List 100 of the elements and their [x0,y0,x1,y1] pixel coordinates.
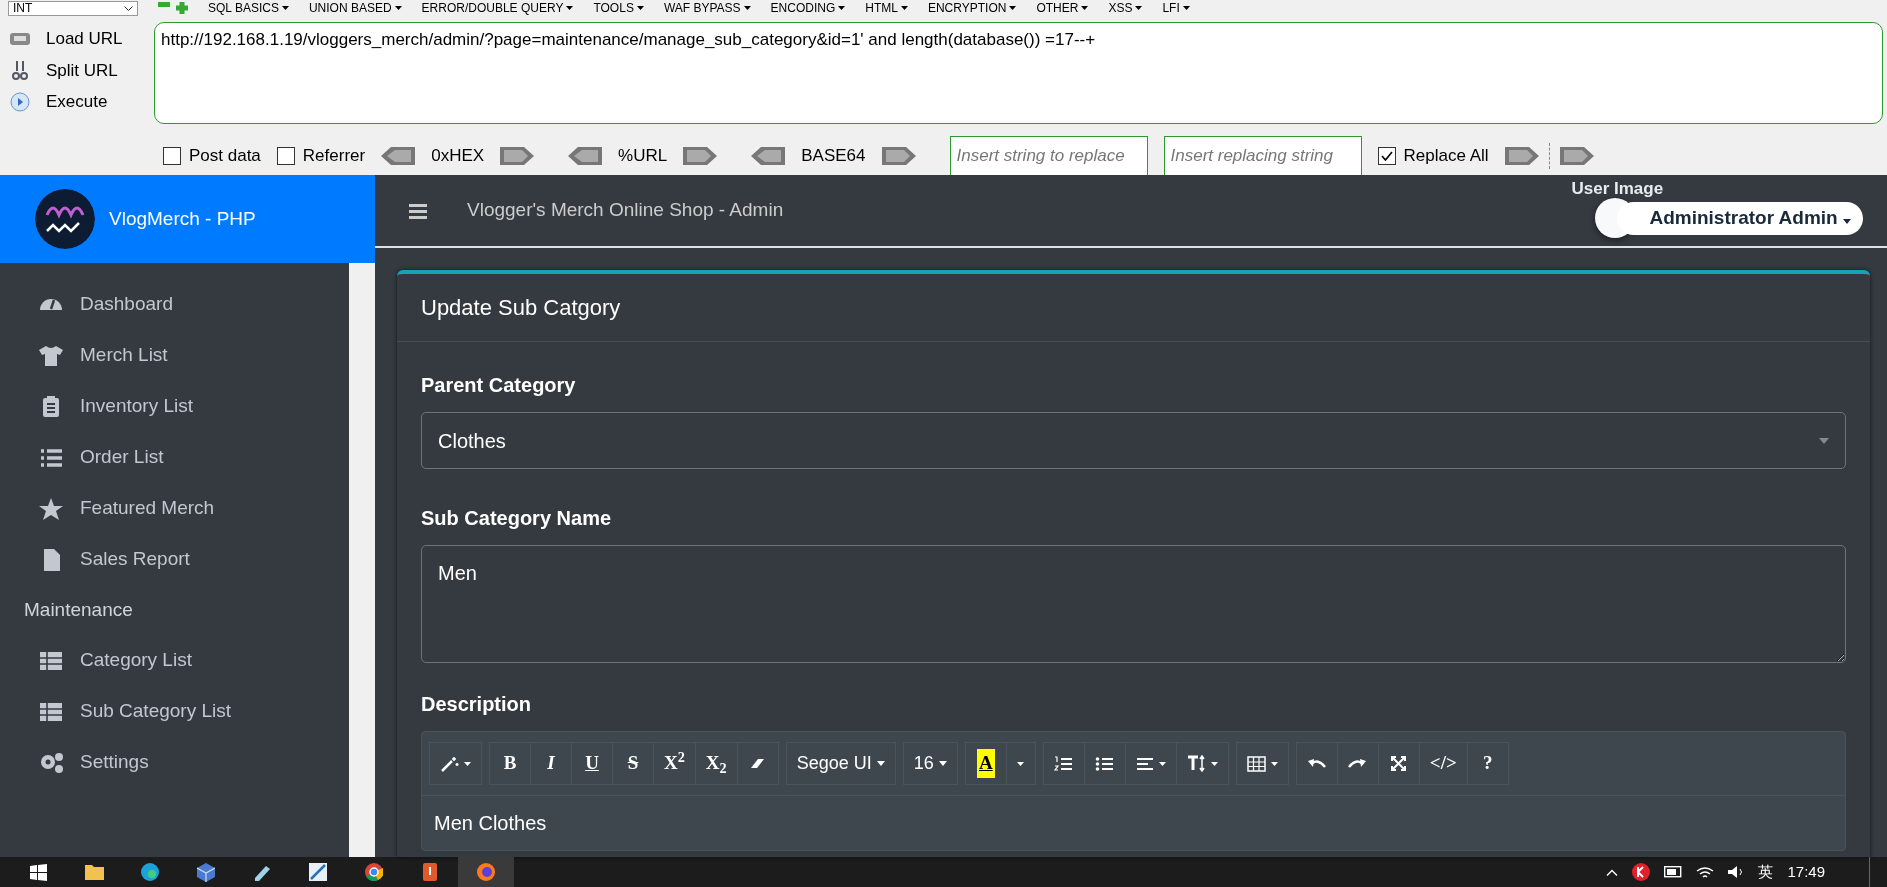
nav-link[interactable]: Sub Category List [80,697,232,726]
bullet-list-icon [1095,756,1115,771]
wifi-icon[interactable] [1696,866,1715,878]
decode-arrow-icon[interactable] [381,147,416,165]
undo-icon [1307,758,1327,769]
toolbar-button[interactable] [1295,742,1338,785]
toolbar-button[interactable]: 16 [902,742,958,785]
cube-icon [197,862,215,882]
brand-name[interactable]: VlogMerch - PHP [109,204,256,234]
nav-link[interactable]: Settings [80,748,149,777]
decode-arrow-icon[interactable] [568,147,603,165]
checkbox[interactable]: Post data [163,143,261,169]
toolbar-button[interactable]: X$^{2}$ [653,742,696,785]
menu-item[interactable]: OTHER [1036,1,1089,15]
checkbox[interactable]: Referrer [276,143,366,169]
toolbar-button[interactable] [429,742,482,785]
toolbar-button[interactable] [1336,742,1379,785]
caret-icon [636,6,644,10]
encode-arrow-icon[interactable] [500,147,535,165]
toolbar-button[interactable]: ? [1466,742,1509,785]
speaker-icon[interactable] [1728,866,1745,878]
nav-link[interactable]: Sales Report [80,545,190,574]
parent-category-select[interactable]: Clothes [421,412,1846,469]
checkmark-icon [1380,151,1393,161]
caret-icon [743,6,751,10]
input-method-indicator[interactable]: 英 [1758,860,1774,884]
mode-select[interactable]: INT [8,0,138,16]
menu-item[interactable]: LFI [1162,1,1190,15]
caret-icon [1270,761,1278,766]
toolbar-button[interactable]: X$_{2}$ [694,742,738,785]
editor-text[interactable]: Men Clothes [422,796,1845,850]
toolbar-button[interactable] [1124,742,1177,785]
toolbar-button[interactable]: S [612,742,654,785]
toolbar-button[interactable]: A [964,742,1007,785]
caret-icon [1081,6,1089,10]
menu-item[interactable]: ERROR/DOUBLE QUERY [421,1,574,15]
scrollbar[interactable] [349,263,375,857]
caret-icon [838,6,846,10]
menu-item[interactable]: UNION BASED [308,1,402,15]
logo-icon [35,189,95,249]
caret-icon [281,6,289,10]
image-alt-text: User Image [1571,178,1664,200]
menu-item[interactable]: TOOLS [593,1,644,15]
nav-link[interactable]: Inventory List [80,392,193,421]
decode-arrow-icon[interactable] [751,147,786,165]
menu-icon[interactable] [409,202,427,219]
menu-item[interactable]: ENCODING [770,1,846,15]
toolbar-button[interactable]: Segoe UI [785,742,896,785]
toolbar-button[interactable]: Load URL [4,26,154,52]
nav-link[interactable]: Dashboard [80,290,173,319]
caret-icon [1009,6,1017,10]
url-field[interactable]: http://192.168.1.19/vloggers_merch/admin/?page=maintenance/manage_sub_category&id=1' and length(database()) =17--+ [154,22,1883,124]
toolbar-button[interactable] [1175,742,1229,785]
menu-item[interactable]: XSS [1108,1,1143,15]
toolbar-button[interactable]: Execute [4,89,154,115]
replace-arrow-icon[interactable] [1504,147,1539,165]
encoding-label: BASE64 [801,145,866,168]
field-label: Parent Category [421,373,577,398]
sub-category-name-field[interactable]: Men [421,545,1846,663]
menu-item[interactable]: HTML [865,1,908,15]
toolbar-button[interactable] [1377,742,1420,785]
replace-field[interactable]: Insert string to replace [949,136,1148,176]
toolbar-button[interactable] [1042,742,1085,785]
menu-item[interactable]: ENCRYPTION [927,1,1017,15]
encoding-label: %URL [618,145,668,168]
nav-link[interactable]: Merch List [80,341,168,370]
table-icon [1246,755,1266,772]
fullscreen-icon [1390,755,1408,772]
nav-link[interactable]: Order List [80,443,164,472]
replace-arrow-icon[interactable] [1559,147,1594,165]
badge-icon[interactable] [1632,863,1651,881]
toolbar-button[interactable] [1083,742,1126,785]
magic-wand-icon [440,755,459,772]
play-icon [10,91,30,112]
toolbar-button[interactable]: B [489,742,531,785]
checkbox[interactable]: Replace All [1377,143,1489,169]
caret-icon [1182,6,1190,10]
toolbar-button[interactable]: </> [1418,742,1468,785]
toolbar-button[interactable]: Split URL [4,57,154,83]
caret-icon [1135,6,1143,10]
toolbar-button[interactable]: U [571,742,613,785]
tool-icon [309,863,327,881]
nav-link[interactable]: Featured Merch [80,494,215,523]
menu-item[interactable]: SQL BASICS [208,1,289,15]
encode-arrow-icon[interactable] [881,147,916,165]
nav-link[interactable]: Category List [80,646,192,675]
menu-item[interactable]: WAF BYPASS [663,1,751,15]
numbered-list-icon [1054,756,1074,771]
encode-arrow-icon[interactable] [683,147,718,165]
replace-field[interactable]: Insert replacing string [1163,136,1362,176]
browser-icon [365,863,383,881]
caret-icon [1158,761,1166,766]
user-menu-button[interactable]: Administrator Admin [1617,201,1863,235]
battery-icon[interactable] [1664,866,1683,878]
toolbar-button[interactable] [1235,742,1289,785]
plus-icon[interactable] [176,2,188,14]
toolbar-button[interactable] [736,742,779,785]
toolbar-button[interactable]: I [530,742,572,785]
chevron-icon[interactable] [1606,868,1619,876]
clock[interactable]: 17:49 [1787,860,1825,884]
